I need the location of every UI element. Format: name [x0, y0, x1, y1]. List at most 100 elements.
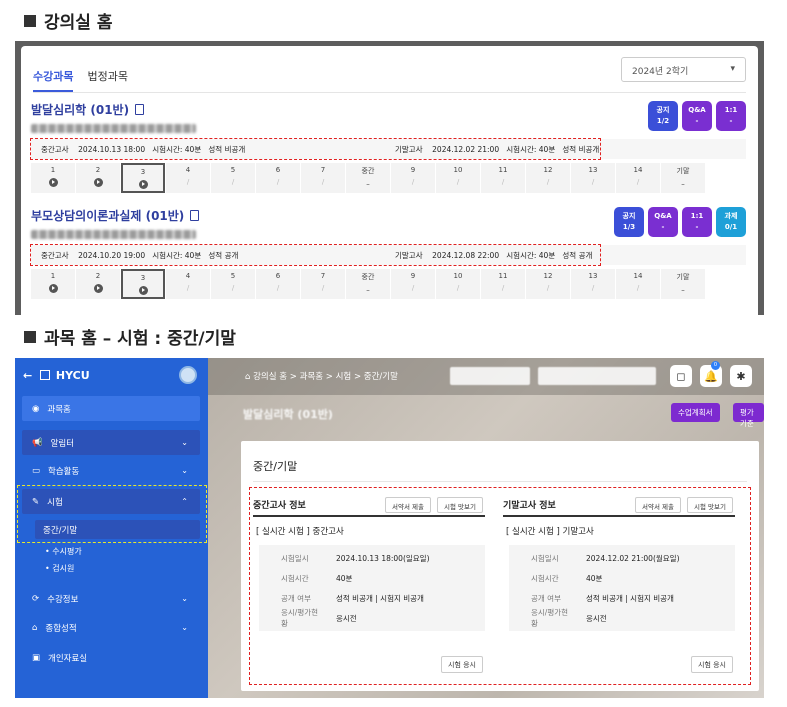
week-cell[interactable]: 중간 –: [346, 163, 390, 193]
tab-enrolled[interactable]: 수강과목: [33, 68, 74, 92]
highlight-box: [249, 487, 751, 685]
count-badge[interactable]: Q&A -: [682, 101, 712, 131]
back-arrow-icon[interactable]: ←: [23, 369, 32, 382]
count-badge[interactable]: 과제 0/1: [716, 207, 746, 237]
play-icon[interactable]: [93, 178, 103, 187]
sidebar-sub-review[interactable]: • 검시원: [45, 563, 74, 574]
week-status: /: [456, 178, 460, 186]
week-cell[interactable]: 4/: [166, 163, 210, 193]
week-cell[interactable]: 3: [121, 269, 165, 299]
week-cell[interactable]: 기말 –: [661, 269, 705, 299]
week-cell[interactable]: 13 /: [571, 269, 615, 299]
syllabus-icon[interactable]: [190, 210, 200, 221]
square-bullet-icon: [24, 14, 36, 27]
week-status: /: [591, 284, 595, 292]
sidebar-item-enrollment[interactable]: ⟳ 수강정보 ⌄: [22, 586, 200, 611]
chat-icon[interactable]: ◻: [670, 365, 692, 387]
chevron-down-icon: ⌄: [181, 594, 188, 603]
week-status: –: [681, 286, 685, 294]
week-cell[interactable]: 5/: [211, 269, 255, 299]
notification-count: 0: [711, 361, 720, 370]
course-title[interactable]: 발달심리학 (01반): [31, 101, 746, 118]
semester-select-blurred[interactable]: [450, 367, 530, 385]
home-icon[interactable]: ⌂: [245, 372, 250, 382]
week-cell[interactable]: 3: [121, 163, 165, 193]
week-cell[interactable]: 7/: [301, 269, 345, 299]
sidebar: ← HYCU ◉ 과목홈 📢 알림터 ⌄ ▭ 학습활동 ⌄ ✎ 시험 ⌃ 중간/…: [15, 358, 208, 698]
week-status: /: [276, 178, 280, 186]
week-cell[interactable]: 11 /: [481, 269, 525, 299]
play-icon[interactable]: [93, 284, 103, 293]
sidebar-sub-quiz[interactable]: • 수시평가: [45, 546, 82, 557]
sidebar-item-notice[interactable]: 📢 알림터 ⌄: [22, 430, 200, 455]
divider: [253, 481, 747, 482]
week-cell[interactable]: 10 /: [436, 163, 480, 193]
week-cell[interactable]: 12 /: [526, 269, 570, 299]
play-icon[interactable]: [138, 286, 148, 295]
sidebar-item-label: 종합성적: [45, 623, 77, 634]
week-cell[interactable]: 2: [76, 269, 120, 299]
week-number: 10: [453, 166, 463, 174]
week-cell[interactable]: 9/: [391, 163, 435, 193]
play-icon[interactable]: [138, 180, 148, 189]
week-number: 7: [320, 272, 326, 280]
sidebar-item-files[interactable]: ▣ 개인자료실: [22, 645, 200, 670]
week-cell[interactable]: 12 /: [526, 163, 570, 193]
course-tabs: 수강과목 법정과목: [33, 68, 128, 92]
sidebar-item-course-home[interactable]: ◉ 과목홈: [22, 396, 200, 421]
badge-value: -: [661, 223, 665, 231]
badge-value: -: [695, 117, 699, 125]
week-cell[interactable]: 4/: [166, 269, 210, 299]
play-icon[interactable]: [48, 178, 58, 187]
week-number: 13: [588, 166, 598, 174]
week-cell[interactable]: 10 /: [436, 269, 480, 299]
week-cell[interactable]: 기말 –: [661, 163, 705, 193]
week-number: 3: [140, 168, 146, 176]
week-cell[interactable]: 11 /: [481, 163, 525, 193]
week-cell[interactable]: 13 /: [571, 163, 615, 193]
week-number: 12: [543, 166, 553, 174]
week-number: 13: [588, 272, 598, 280]
highlight-box: [30, 138, 601, 160]
week-cell[interactable]: 14 /: [616, 269, 660, 299]
week-cell[interactable]: 2: [76, 163, 120, 193]
syllabus-button[interactable]: 수업계획서: [671, 403, 720, 422]
badge-value: 1/2: [656, 117, 670, 125]
week-status: /: [186, 178, 190, 186]
week-status: /: [276, 284, 280, 292]
semester-select[interactable]: 2024년 2학기 ▾: [621, 57, 746, 82]
week-cell[interactable]: 7/: [301, 163, 345, 193]
sidebar-item-label: 알림터: [50, 438, 75, 449]
brand[interactable]: ← HYCU: [23, 369, 90, 382]
count-badge[interactable]: 1:1 -: [682, 207, 712, 237]
week-cell[interactable]: 1: [31, 269, 75, 299]
brand-text: HYCU: [55, 369, 90, 382]
week-status: /: [501, 284, 505, 292]
week-status: /: [231, 178, 235, 186]
count-badge[interactable]: 공지 1/2: [648, 101, 678, 131]
sidebar-item-grades[interactable]: ⌂ 종합성적 ⌄: [22, 615, 200, 640]
play-icon[interactable]: [48, 284, 58, 293]
week-cell[interactable]: 6/: [256, 163, 300, 193]
count-badge[interactable]: 1:1 -: [716, 101, 746, 131]
course-badges: 공지 1/2 Q&A - 1:1 -: [648, 101, 746, 131]
criteria-button[interactable]: 평가기준: [733, 403, 764, 428]
week-cell[interactable]: 14 /: [616, 163, 660, 193]
count-badge[interactable]: 공지 1/3: [614, 207, 644, 237]
course-select-blurred[interactable]: [538, 367, 656, 385]
week-status: –: [366, 180, 370, 188]
settings-icon[interactable]: ✱: [730, 365, 752, 387]
user-avatar-icon[interactable]: [179, 366, 197, 384]
tab-legal[interactable]: 법정과목: [87, 68, 127, 92]
week-cell[interactable]: 6/: [256, 269, 300, 299]
count-badge[interactable]: Q&A -: [648, 207, 678, 237]
week-cell[interactable]: 1: [31, 163, 75, 193]
week-number: 6: [275, 272, 281, 280]
sidebar-item-activities[interactable]: ▭ 학습활동 ⌄: [22, 458, 200, 483]
week-cell[interactable]: 중간 –: [346, 269, 390, 299]
syllabus-icon[interactable]: [135, 104, 145, 115]
week-cell[interactable]: 5/: [211, 163, 255, 193]
week-cell[interactable]: 9/: [391, 269, 435, 299]
course-card: 부모상담의이론과실제 (01반) 공지 1/3 Q&A -1:1- 과제 0/1 중간고사…: [30, 207, 746, 305]
highlight-box: [30, 244, 601, 266]
